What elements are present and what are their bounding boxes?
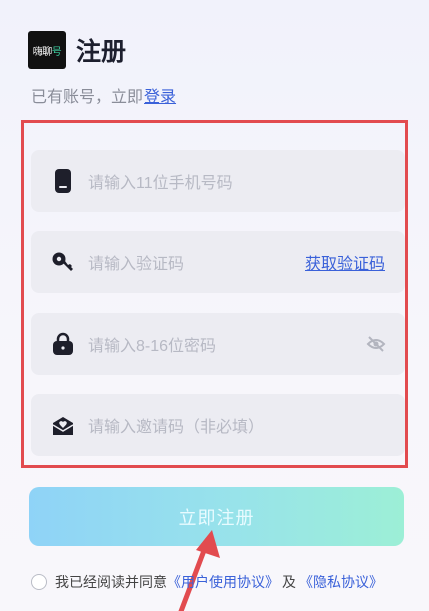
annotation-arrow-icon <box>178 530 220 611</box>
agree-checkbox[interactable] <box>31 574 47 590</box>
phone-icon <box>50 168 76 194</box>
key-icon <box>50 249 76 275</box>
user-agreement-link[interactable]: 《用户使用协议》 <box>167 572 279 592</box>
agreement-row: 我已经阅读并同意 《用户使用协议》 及 《隐私协议》 <box>31 572 383 592</box>
eye-off-icon[interactable] <box>365 333 387 355</box>
invite-code-field[interactable]: 请输入邀请码（非必填） <box>31 394 405 456</box>
phone-input[interactable]: 请输入11位手机号码 <box>88 169 405 193</box>
verification-code-input[interactable]: 请输入验证码 <box>88 250 305 274</box>
form-highlight-box: 请输入11位手机号码 请输入验证码 获取验证码 请输入8-16位密码 请输入邀请… <box>21 120 408 468</box>
phone-field[interactable]: 请输入11位手机号码 <box>31 150 405 212</box>
get-code-button[interactable]: 获取验证码 <box>305 250 385 274</box>
mail-heart-icon <box>50 412 76 438</box>
agreement-and: 及 <box>282 574 296 590</box>
verification-code-field[interactable]: 请输入验证码 获取验证码 <box>31 231 405 293</box>
login-link[interactable]: 登录 <box>144 89 176 106</box>
lock-icon <box>50 331 76 357</box>
password-input[interactable]: 请输入8-16位密码 <box>88 332 365 356</box>
login-prompt: 已有账号，立即登录 <box>31 83 176 107</box>
password-field[interactable]: 请输入8-16位密码 <box>31 313 405 375</box>
header: 嗨聊号 注册 <box>28 31 126 69</box>
login-prompt-text: 已有账号，立即 <box>31 89 144 106</box>
page-title: 注册 <box>76 38 127 66</box>
privacy-link[interactable]: 《隐私协议》 <box>299 572 383 592</box>
app-logo: 嗨聊号 <box>28 31 66 69</box>
invite-code-input[interactable]: 请输入邀请码（非必填） <box>88 413 405 437</box>
agreement-text: 我已经阅读并同意 <box>55 574 167 590</box>
